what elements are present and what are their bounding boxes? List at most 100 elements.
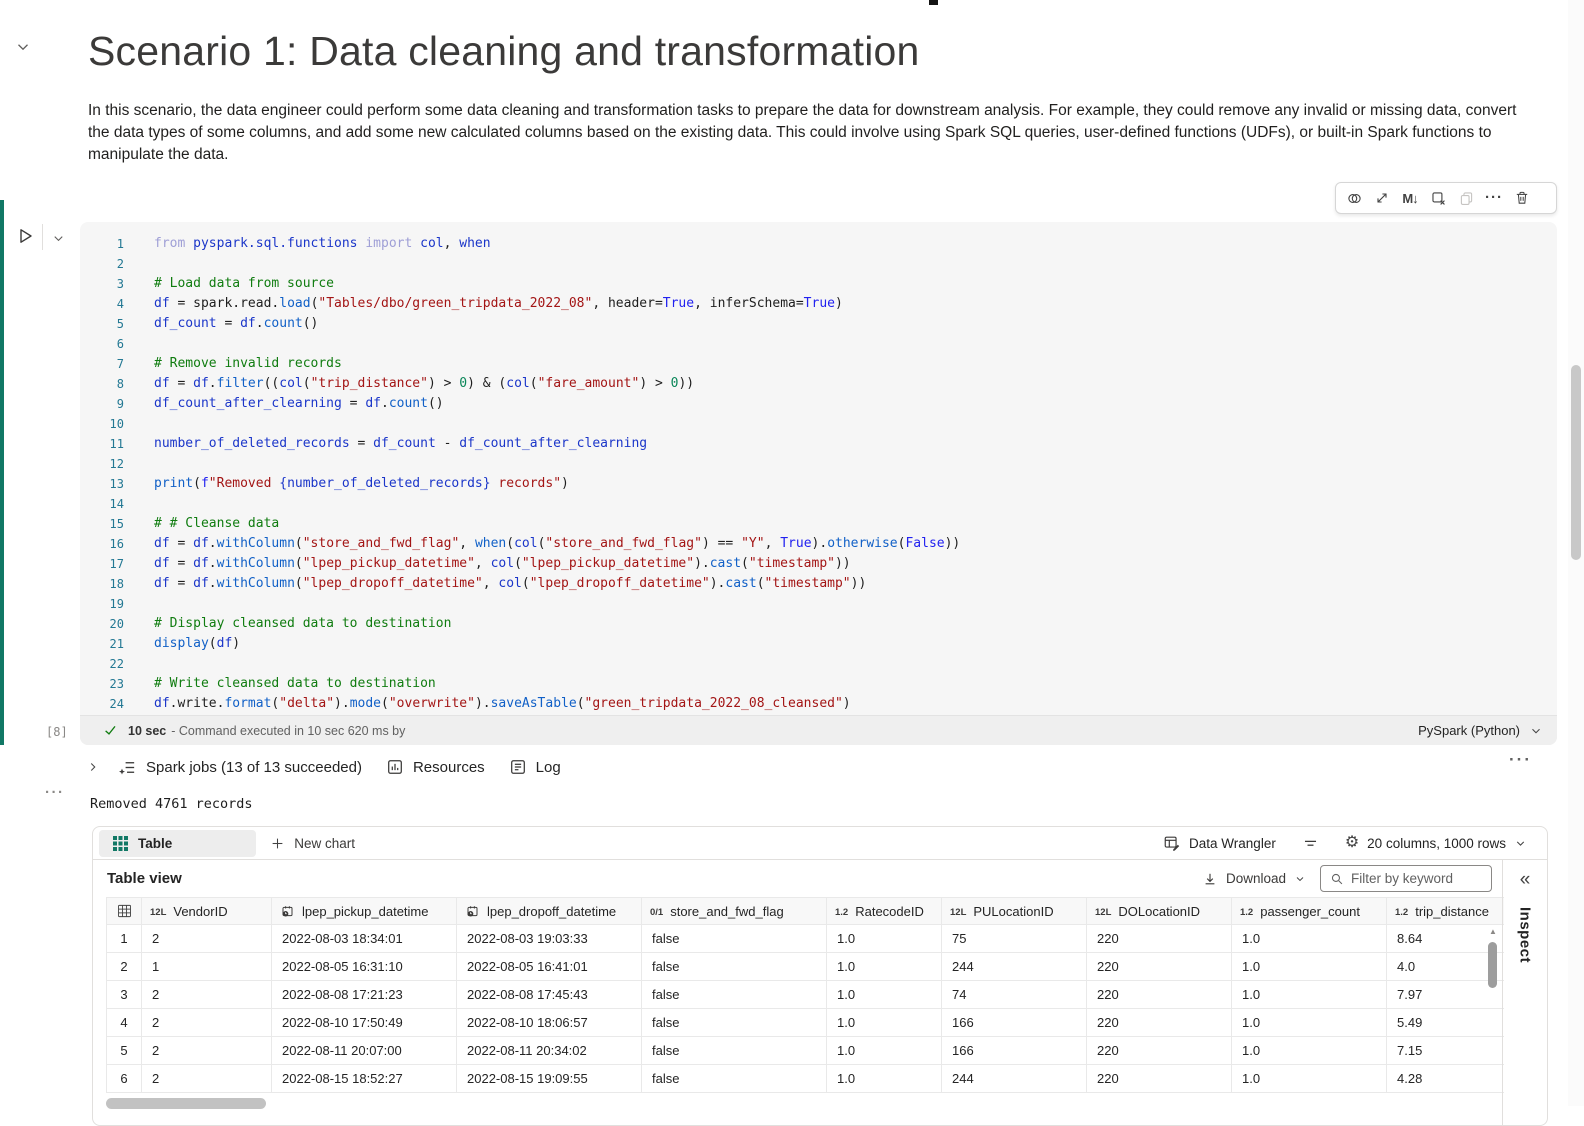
spark-jobs-toggle[interactable]: Spark jobs (13 of 13 succeeded) bbox=[118, 758, 362, 777]
table-cell[interactable]: 75 bbox=[942, 925, 1087, 953]
table-cell[interactable]: false bbox=[642, 925, 827, 953]
table-cell[interactable]: 2022-08-05 16:31:10 bbox=[272, 953, 457, 981]
run-cell-button[interactable] bbox=[15, 226, 35, 246]
table-cell[interactable]: 2022-08-11 20:34:02 bbox=[457, 1037, 642, 1065]
table-cell[interactable]: false bbox=[642, 1009, 827, 1037]
table-scrollbar[interactable]: ▲ bbox=[1488, 927, 1498, 1087]
code-editor[interactable]: 1from pyspark.sql.functions import col, … bbox=[80, 222, 1557, 745]
table-cell[interactable]: 1.0 bbox=[827, 1009, 942, 1037]
table-cell[interactable]: 1.0 bbox=[1232, 1065, 1387, 1093]
table-cell[interactable]: 2022-08-08 17:45:43 bbox=[457, 981, 642, 1009]
new-chart-button[interactable]: New chart bbox=[270, 836, 355, 851]
table-cell[interactable]: 1.0 bbox=[827, 925, 942, 953]
table-cell[interactable]: 8.64 bbox=[1387, 925, 1505, 953]
table-scrollbar-thumb[interactable] bbox=[1488, 942, 1497, 988]
data-wrangler-button[interactable]: Data Wrangler bbox=[1163, 834, 1276, 852]
scroll-up-icon[interactable]: ▲ bbox=[1488, 927, 1498, 937]
row-index[interactable]: 5 bbox=[107, 1037, 142, 1065]
page-scrollbar-thumb[interactable] bbox=[1571, 365, 1581, 560]
row-index[interactable]: 3 bbox=[107, 981, 142, 1009]
table-cell[interactable]: 2022-08-08 17:21:23 bbox=[272, 981, 457, 1009]
copilot-icon[interactable] bbox=[1340, 184, 1368, 212]
keyword-filter-input[interactable] bbox=[1351, 871, 1471, 886]
table-cell[interactable]: false bbox=[642, 1037, 827, 1065]
table-cell[interactable]: 220 bbox=[1087, 981, 1232, 1009]
table-cell[interactable]: 2022-08-10 18:06:57 bbox=[457, 1009, 642, 1037]
run-options-chevron-icon[interactable] bbox=[51, 231, 66, 246]
chevron-right-icon[interactable] bbox=[86, 760, 100, 774]
table-cell[interactable]: 1.0 bbox=[827, 1037, 942, 1065]
column-header-lpep_pickup_datetime[interactable]: lpep_pickup_datetime bbox=[272, 898, 457, 925]
table-cell[interactable]: 1.0 bbox=[827, 1065, 942, 1093]
grid-settings-button[interactable]: ⚙ 20 columns, 1000 rows bbox=[1345, 835, 1527, 851]
table-cell[interactable]: false bbox=[642, 1065, 827, 1093]
row-index[interactable]: 2 bbox=[107, 953, 142, 981]
table-cell[interactable]: 1.0 bbox=[827, 981, 942, 1009]
download-button[interactable]: Download bbox=[1202, 871, 1306, 887]
table-cell[interactable]: 2022-08-15 18:52:27 bbox=[272, 1065, 457, 1093]
table-cell[interactable]: 1 bbox=[142, 953, 272, 981]
collapse-double-chevron-icon[interactable]: « bbox=[1520, 869, 1531, 891]
markdown-convert-icon[interactable]: M↓ bbox=[1396, 184, 1424, 212]
column-header-lpep_dropoff_datetime[interactable]: lpep_dropoff_datetime bbox=[457, 898, 642, 925]
table-cell[interactable]: 2 bbox=[142, 1009, 272, 1037]
column-header-passenger_count[interactable]: 1.2passenger_count bbox=[1232, 898, 1387, 925]
table-cell[interactable]: 1.0 bbox=[1232, 981, 1387, 1009]
duplicate-icon[interactable] bbox=[1452, 184, 1480, 212]
more-icon[interactable]: ··· bbox=[1480, 184, 1508, 212]
table-cell[interactable]: 2022-08-03 18:34:01 bbox=[272, 925, 457, 953]
table-cell[interactable]: 2022-08-15 19:09:55 bbox=[457, 1065, 642, 1093]
language-selector[interactable]: PySpark (Python) bbox=[1418, 723, 1543, 738]
table-cell[interactable]: 220 bbox=[1087, 1037, 1232, 1065]
table-cell[interactable]: 2 bbox=[142, 981, 272, 1009]
column-header-trip_distance[interactable]: 1.2trip_distance bbox=[1387, 898, 1505, 925]
table-cell[interactable]: 1.0 bbox=[1232, 925, 1387, 953]
table-cell[interactable]: 4.28 bbox=[1387, 1065, 1505, 1093]
table-cell[interactable]: 220 bbox=[1087, 1065, 1232, 1093]
table-cell[interactable]: 1.0 bbox=[827, 953, 942, 981]
column-header-PULocationID[interactable]: 12LPULocationID bbox=[942, 898, 1087, 925]
table-cell[interactable]: 220 bbox=[1087, 953, 1232, 981]
table-cell[interactable]: 244 bbox=[942, 953, 1087, 981]
table-cell[interactable]: 4.0 bbox=[1387, 953, 1505, 981]
table-cell[interactable]: 2022-08-03 19:03:33 bbox=[457, 925, 642, 953]
table-cell[interactable]: 1.0 bbox=[1232, 1037, 1387, 1065]
table-cell[interactable]: 2022-08-05 16:41:01 bbox=[457, 953, 642, 981]
table-cell[interactable]: 2 bbox=[142, 1065, 272, 1093]
table-cell[interactable]: 1.0 bbox=[1232, 953, 1387, 981]
table-cell[interactable]: 2022-08-11 20:07:00 bbox=[272, 1037, 457, 1065]
table-cell[interactable]: false bbox=[642, 981, 827, 1009]
row-index[interactable]: 1 bbox=[107, 925, 142, 953]
table-cell[interactable]: 166 bbox=[942, 1009, 1087, 1037]
table-cell[interactable]: 1.0 bbox=[1232, 1009, 1387, 1037]
filter-icon[interactable] bbox=[1302, 835, 1319, 852]
table-cell[interactable]: false bbox=[642, 953, 827, 981]
chevron-down-icon[interactable] bbox=[14, 38, 32, 56]
delete-icon[interactable] bbox=[1508, 184, 1536, 212]
table-cell[interactable]: 2022-08-10 17:50:49 bbox=[272, 1009, 457, 1037]
log-tab[interactable]: Log bbox=[509, 758, 561, 776]
expand-icon[interactable] bbox=[1368, 184, 1396, 212]
column-header-VendorID[interactable]: 12LVendorID bbox=[142, 898, 272, 925]
grid-corner-icon[interactable] bbox=[107, 898, 142, 925]
more-options-icon[interactable]: ··· bbox=[1509, 750, 1532, 770]
row-index[interactable]: 6 bbox=[107, 1065, 142, 1093]
page-scrollbar[interactable] bbox=[1568, 0, 1584, 1106]
column-header-DOLocationID[interactable]: 12LDOLocationID bbox=[1087, 898, 1232, 925]
table-cell[interactable]: 220 bbox=[1087, 925, 1232, 953]
table-cell[interactable]: 74 bbox=[942, 981, 1087, 1009]
table-cell[interactable]: 166 bbox=[942, 1037, 1087, 1065]
table-cell[interactable]: 244 bbox=[942, 1065, 1087, 1093]
table-cell[interactable]: 7.97 bbox=[1387, 981, 1505, 1009]
table-cell[interactable]: 2 bbox=[142, 925, 272, 953]
column-header-RatecodeID[interactable]: 1.2RatecodeID bbox=[827, 898, 942, 925]
column-header-store_and_fwd_flag[interactable]: 0/1store_and_fwd_flag bbox=[642, 898, 827, 925]
table-horizontal-scrollbar-thumb[interactable] bbox=[106, 1098, 266, 1109]
output-more-icon[interactable]: ··· bbox=[45, 784, 65, 801]
tab-table[interactable]: Table bbox=[99, 830, 256, 857]
resources-tab[interactable]: Resources bbox=[386, 758, 485, 776]
inspect-tab[interactable]: Inspect bbox=[1517, 907, 1534, 963]
table-cell[interactable]: 220 bbox=[1087, 1009, 1232, 1037]
row-index[interactable]: 4 bbox=[107, 1009, 142, 1037]
table-cell[interactable]: 7.15 bbox=[1387, 1037, 1505, 1065]
